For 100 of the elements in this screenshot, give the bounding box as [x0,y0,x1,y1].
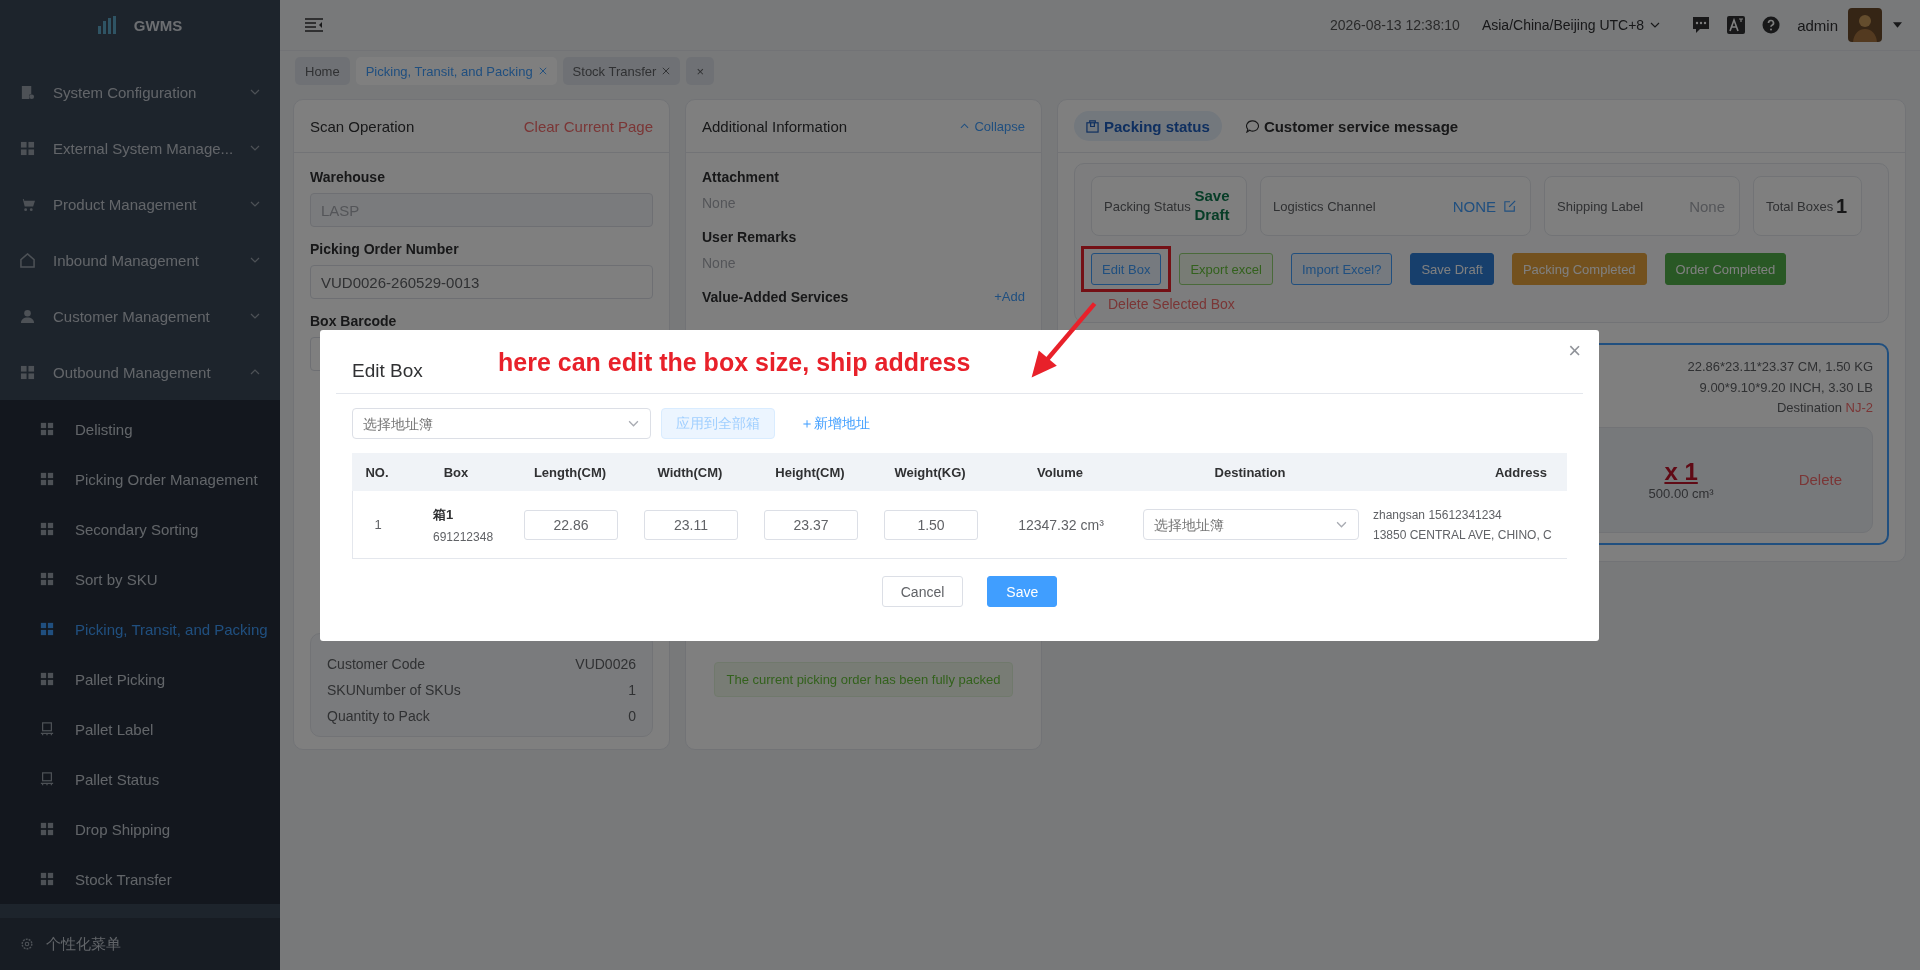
submenu-item[interactable]: Sort by SKU [0,554,280,604]
summary-value: 1 [628,682,636,698]
column-header: Volume [1036,464,1084,480]
page-tab[interactable]: Picking, Transit, and Packing [355,57,557,85]
input-field[interactable]: VUD0026-260529-0013 [310,265,653,299]
item-volume: 500.00 cm³ [1648,486,1714,501]
personalize-menu-link[interactable]: 个性化菜单 [46,934,121,954]
quantity: x 1 [1664,458,1698,486]
dialog-button[interactable]: Save [987,576,1058,607]
submenu-item[interactable]: Drop Shipping [0,804,280,854]
settings-icon[interactable] [20,937,34,951]
stat-label: Shipping Label [1557,198,1644,214]
grid-icon [40,572,54,586]
submenu-item[interactable]: Secondary Sorting [0,504,280,554]
field-label: Box Barcode [310,313,398,329]
weight-field[interactable]: 1.50 [884,509,978,540]
menu-item[interactable]: Product Management [0,176,280,232]
stat-value: Save Draft [1193,187,1231,225]
box-spec: 22.86*23.11*23.37 CM, 1.50 KG [1687,358,1873,376]
column-header: Box [442,464,470,480]
section-label: Attachment [702,169,779,185]
action-button[interactable]: Edit Box [1091,253,1162,285]
grid-icon [20,364,35,380]
summary-value: VUD0026 [575,656,636,672]
collapse-link[interactable]: Collapse [960,118,1025,134]
length-field[interactable]: 22.86 [524,509,618,540]
box-spec: 9.00*9.10*9.20 INCH, 3.30 LB [1699,378,1873,397]
menu-item[interactable]: Outbound Management [0,344,280,400]
chevron-icon[interactable] [1336,521,1347,528]
action-button[interactable]: Import Excel? [1290,253,1393,285]
address-select[interactable]: 选择地址簿 [352,408,651,439]
chevron-icon[interactable] [960,123,970,129]
timezone-dropdown[interactable]: Asia/China/Beijing UTC+8 [1481,17,1661,33]
destination-select[interactable]: 选择地址簿 [1143,509,1359,540]
caret-icon[interactable] [1893,22,1902,28]
add-link[interactable]: +Add [994,289,1025,304]
close-button[interactable]: × [1564,340,1585,362]
action-button[interactable]: Packing Completed [1511,253,1647,285]
section-label: User Remarks [702,229,797,245]
dialog-button[interactable]: Cancel [881,576,964,607]
menu-item[interactable]: Inbound Management [0,232,280,288]
close-icon[interactable] [662,67,671,75]
card-tab[interactable]: Packing status [1074,111,1222,141]
clear-page-link[interactable]: Clear Current Page [523,117,653,135]
annotation-text: here can edit the box size, ship address [498,348,971,377]
close-icon[interactable] [538,67,547,75]
stat-value[interactable]: NONE [1452,197,1496,215]
pallet-icon [40,722,54,736]
stat-label: Total Boxes [1766,198,1834,214]
menu-icon[interactable] [305,18,323,32]
translate-icon[interactable] [1727,16,1746,34]
add-address-link[interactable]: ＋新增地址 [800,414,870,433]
submenu-item[interactable]: Stock Transfer [0,854,280,904]
user-name[interactable]: admin [1797,16,1838,34]
grid-icon [20,140,35,156]
avatar[interactable] [1848,8,1882,42]
summary-label: Quantity to Pack [327,708,430,724]
submenu-item[interactable]: Pallet Picking [0,654,280,704]
cart-icon [20,196,35,212]
brand-name: GWMS [133,16,183,34]
summary-label: SKUNumber of SKUs [327,682,461,698]
submenu-item[interactable]: Pallet Label [0,704,280,754]
action-button[interactable]: Save Draft [1410,253,1494,285]
page-tab[interactable]: Stock Transfer [562,57,681,85]
grid-icon [40,822,54,836]
menu-item[interactable]: System Configuration [0,64,280,120]
summary-value: 0 [628,708,636,724]
submenu-item[interactable]: Pallet Status [0,754,280,804]
close-all-tabs-button[interactable]: × [686,57,714,85]
home-icon [20,252,35,268]
column-header: NO. [364,464,390,480]
card-tab[interactable]: Customer service message [1233,111,1471,141]
help-icon[interactable] [1762,16,1781,34]
grid-icon [40,522,54,536]
menu-item[interactable]: External System Manage... [0,120,280,176]
success-alert: The current picking order has been fully packed [713,662,1014,697]
height-field[interactable]: 23.37 [764,509,858,540]
user-icon [20,308,35,324]
datetime: 2026-08-13 12:38:10 [1329,17,1460,33]
chat-icon[interactable] [1692,16,1711,34]
stat-label: Logistics Channel [1273,198,1376,214]
menu-item[interactable]: Customer Management [0,288,280,344]
chevron-icon[interactable] [628,420,639,427]
submenu-item[interactable]: Picking, Transit, and Packing [0,604,280,654]
edit-icon[interactable] [1504,200,1516,212]
action-button[interactable]: Export excel [1179,253,1273,285]
package-icon[interactable] [1086,119,1099,133]
submenu-item[interactable]: Picking Order Management [0,454,280,504]
page-tab[interactable]: Home [295,57,350,85]
chat-icon[interactable] [1245,119,1259,133]
column-header: Length(CM) [532,464,608,480]
column-header: Height(CM) [774,464,846,480]
width-field[interactable]: 23.11 [644,509,738,540]
delete-selected-link[interactable]: Delete Selected Box [1108,296,1235,312]
delete-link[interactable]: Delete [1798,471,1842,488]
submenu-item[interactable]: Delisting [0,404,280,454]
chevron-icon[interactable] [1650,22,1661,28]
action-button[interactable]: Order Completed [1664,253,1787,285]
destination-label: Destination [1776,400,1842,415]
card-title: Additional Information [702,117,848,135]
